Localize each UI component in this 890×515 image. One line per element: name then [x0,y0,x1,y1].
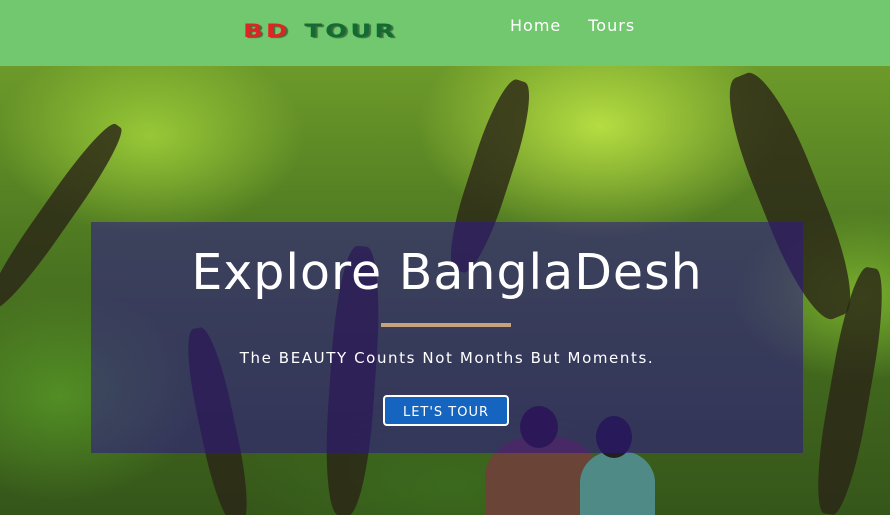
brand-logo[interactable]: BD TOUR [243,19,397,43]
headline-divider [381,323,511,327]
lets-tour-button[interactable]: LET'S TOUR [383,395,509,426]
main-nav: Home Tours [510,16,635,35]
brand-logo-bd: BD [243,20,291,42]
nav-link-tours[interactable]: Tours [588,16,635,35]
nav-link-home[interactable]: Home [510,16,561,35]
hero-banner: Explore BanglaDesh The BEAUTY Counts Not… [0,66,890,515]
hero-overlay-panel: Explore BanglaDesh The BEAUTY Counts Not… [91,222,803,453]
top-navbar: BD TOUR Home Tours [0,0,890,66]
hero-tagline: The BEAUTY Counts Not Months But Moments… [239,349,655,367]
hero-headline: Explore BanglaDesh [191,244,703,301]
brand-logo-tour: TOUR [304,20,398,42]
